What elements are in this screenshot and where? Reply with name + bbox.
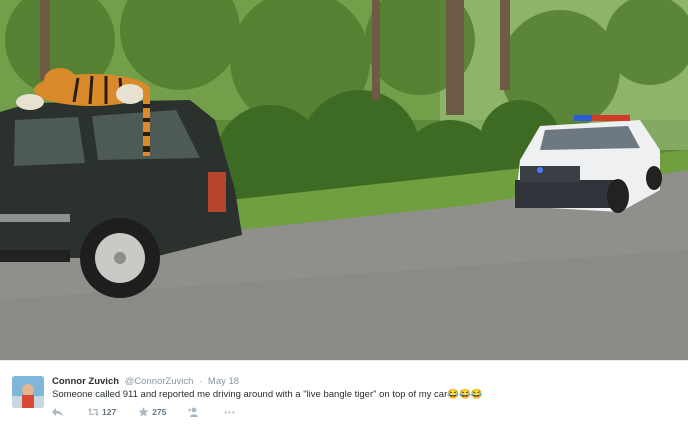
tweet-header: Connor Zuvich @ConnorZuvich · May 18 bbox=[52, 376, 239, 387]
retweet-count: 127 bbox=[102, 407, 117, 417]
more-icon: ••• bbox=[224, 407, 236, 417]
follow-button[interactable] bbox=[188, 407, 202, 417]
retweet-button[interactable]: 127 bbox=[88, 407, 116, 417]
reply-button[interactable] bbox=[52, 407, 66, 417]
more-button[interactable]: ••• bbox=[224, 408, 235, 417]
retweet-icon bbox=[88, 408, 99, 416]
favorite-count: 275 bbox=[152, 407, 167, 417]
tweet-text: Someone called 911 and reported me drivi… bbox=[52, 389, 483, 400]
follow-icon bbox=[188, 407, 199, 417]
tweet-actions: 127 275 ••• bbox=[52, 407, 258, 417]
separator: · bbox=[199, 376, 203, 387]
star-icon bbox=[138, 407, 149, 417]
tweet: Connor Zuvich @ConnorZuvich · May 18 Som… bbox=[0, 360, 688, 425]
reply-icon bbox=[52, 408, 63, 416]
display-name[interactable]: Connor Zuvich bbox=[52, 376, 119, 387]
favorite-button[interactable]: 275 bbox=[138, 407, 166, 417]
handle[interactable]: @ConnorZuvich bbox=[125, 376, 194, 387]
avatar[interactable] bbox=[12, 376, 44, 408]
tweet-photo[interactable] bbox=[0, 0, 688, 360]
timestamp[interactable]: May 18 bbox=[208, 376, 239, 387]
